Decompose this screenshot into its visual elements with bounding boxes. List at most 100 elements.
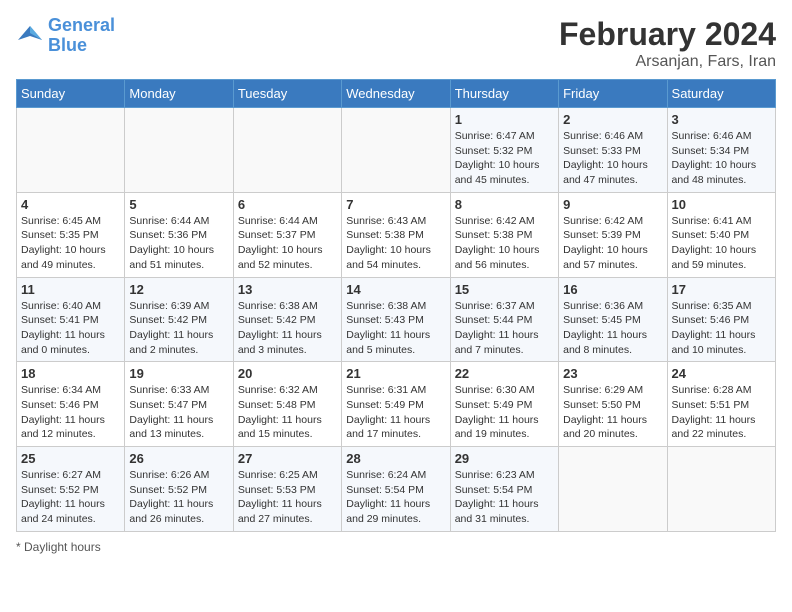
day-number: 11	[21, 282, 120, 297]
weekday-header: Sunday	[17, 80, 125, 108]
location-title: Arsanjan, Fars, Iran	[559, 53, 776, 71]
weekday-header-row: SundayMondayTuesdayWednesdayThursdayFrid…	[17, 80, 776, 108]
day-info: Sunrise: 6:43 AMSunset: 5:38 PMDaylight:…	[346, 214, 445, 273]
calendar-table: SundayMondayTuesdayWednesdayThursdayFrid…	[16, 79, 776, 532]
calendar-cell: 26 Sunrise: 6:26 AMSunset: 5:52 PMDayligh…	[125, 447, 233, 532]
day-number: 28	[346, 451, 445, 466]
day-info: Sunrise: 6:31 AMSunset: 5:49 PMDaylight:…	[346, 383, 445, 442]
calendar-cell: 21Sunrise: 6:31 AMSunset: 5:49 PMDayligh…	[342, 362, 450, 447]
day-number: 18	[21, 366, 120, 381]
day-number: 20	[238, 366, 337, 381]
calendar-cell: 9 Sunrise: 6:42 AMSunset: 5:39 PMDaylight…	[559, 192, 667, 277]
day-info: Sunrise: 6:27 AMSunset: 5:52 PMDaylight:…	[21, 468, 120, 527]
day-info: Sunrise: 6:25 AMSunset: 5:53 PMDaylight:…	[238, 468, 337, 527]
day-number: 13	[238, 282, 337, 297]
day-number: 27	[238, 451, 337, 466]
calendar-cell	[233, 108, 341, 193]
day-info: Sunrise: 6:35 AMSunset: 5:46 PMDaylight:…	[672, 299, 771, 358]
day-info: Sunrise: 6:40 AMSunset: 5:41 PMDaylight:…	[21, 299, 120, 358]
calendar-cell	[125, 108, 233, 193]
day-info: Sunrise: 6:34 AMSunset: 5:46 PMDaylight:…	[21, 383, 120, 442]
calendar-week-row: 4 Sunrise: 6:45 AMSunset: 5:35 PMDaylight…	[17, 192, 776, 277]
calendar-week-row: 11 Sunrise: 6:40 AMSunset: 5:41 PMDayligh…	[17, 277, 776, 362]
day-number: 9	[563, 197, 662, 212]
weekday-header: Tuesday	[233, 80, 341, 108]
calendar-cell: 24Sunrise: 6:28 AMSunset: 5:51 PMDayligh…	[667, 362, 775, 447]
day-number: 16	[563, 282, 662, 297]
calendar-cell: 8 Sunrise: 6:42 AMSunset: 5:38 PMDaylight…	[450, 192, 558, 277]
day-number: 17	[672, 282, 771, 297]
day-info: Sunrise: 6:36 AMSunset: 5:45 PMDaylight:…	[563, 299, 662, 358]
day-number: 26	[129, 451, 228, 466]
calendar-cell: 12 Sunrise: 6:39 AMSunset: 5:42 PMDayligh…	[125, 277, 233, 362]
calendar-cell	[17, 108, 125, 193]
day-number: 5	[129, 197, 228, 212]
month-title: February 2024	[559, 16, 776, 53]
day-info: Sunrise: 6:24 AMSunset: 5:54 PMDaylight:…	[346, 468, 445, 527]
logo-blue: Blue	[48, 35, 87, 55]
calendar-cell: 13 Sunrise: 6:38 AMSunset: 5:42 PMDayligh…	[233, 277, 341, 362]
weekday-header: Monday	[125, 80, 233, 108]
day-number: 29	[455, 451, 554, 466]
calendar-cell: 10 Sunrise: 6:41 AMSunset: 5:40 PMDayligh…	[667, 192, 775, 277]
day-info: Sunrise: 6:33 AMSunset: 5:47 PMDaylight:…	[129, 383, 228, 442]
day-number: 7	[346, 197, 445, 212]
day-info: Sunrise: 6:42 AMSunset: 5:38 PMDaylight:…	[455, 214, 554, 273]
day-number: 4	[21, 197, 120, 212]
day-info: Sunrise: 6:46 AMSunset: 5:34 PMDaylight:…	[672, 129, 771, 188]
title-block: February 2024 Arsanjan, Fars, Iran	[559, 16, 776, 71]
day-number: 24	[672, 366, 771, 381]
day-info: Sunrise: 6:30 AMSunset: 5:49 PMDaylight:…	[455, 383, 554, 442]
day-number: 1	[455, 112, 554, 127]
day-info: Sunrise: 6:39 AMSunset: 5:42 PMDaylight:…	[129, 299, 228, 358]
calendar-cell	[342, 108, 450, 193]
day-info: Sunrise: 6:23 AMSunset: 5:54 PMDaylight:…	[455, 468, 554, 527]
calendar-cell: 16 Sunrise: 6:36 AMSunset: 5:45 PMDayligh…	[559, 277, 667, 362]
weekday-header: Saturday	[667, 80, 775, 108]
logo-icon	[16, 22, 44, 50]
day-info: Sunrise: 6:41 AMSunset: 5:40 PMDaylight:…	[672, 214, 771, 273]
calendar-cell: 28 Sunrise: 6:24 AMSunset: 5:54 PMDayligh…	[342, 447, 450, 532]
day-number: 8	[455, 197, 554, 212]
logo-general: General	[48, 15, 115, 35]
day-info: Sunrise: 6:29 AMSunset: 5:50 PMDaylight:…	[563, 383, 662, 442]
day-info: Sunrise: 6:46 AMSunset: 5:33 PMDaylight:…	[563, 129, 662, 188]
daylight-label: Daylight hours	[24, 540, 101, 554]
day-number: 2	[563, 112, 662, 127]
calendar-cell: 29 Sunrise: 6:23 AMSunset: 5:54 PMDayligh…	[450, 447, 558, 532]
calendar-cell: 17 Sunrise: 6:35 AMSunset: 5:46 PMDayligh…	[667, 277, 775, 362]
calendar-cell: 3 Sunrise: 6:46 AMSunset: 5:34 PMDaylight…	[667, 108, 775, 193]
calendar-cell: 19Sunrise: 6:33 AMSunset: 5:47 PMDayligh…	[125, 362, 233, 447]
day-number: 12	[129, 282, 228, 297]
page-header: General Blue February 2024 Arsanjan, Far…	[16, 16, 776, 71]
calendar-cell: 23 Sunrise: 6:29 AMSunset: 5:50 PMDayligh…	[559, 362, 667, 447]
weekday-header: Wednesday	[342, 80, 450, 108]
day-number: 22	[455, 366, 554, 381]
calendar-cell: 15 Sunrise: 6:37 AMSunset: 5:44 PMDayligh…	[450, 277, 558, 362]
calendar-cell	[559, 447, 667, 532]
day-info: Sunrise: 6:37 AMSunset: 5:44 PMDaylight:…	[455, 299, 554, 358]
day-info: Sunrise: 6:42 AMSunset: 5:39 PMDaylight:…	[563, 214, 662, 273]
day-number: 10	[672, 197, 771, 212]
calendar-cell: 25 Sunrise: 6:27 AMSunset: 5:52 PMDayligh…	[17, 447, 125, 532]
calendar-cell: 27 Sunrise: 6:25 AMSunset: 5:53 PMDayligh…	[233, 447, 341, 532]
day-number: 23	[563, 366, 662, 381]
day-info: Sunrise: 6:38 AMSunset: 5:42 PMDaylight:…	[238, 299, 337, 358]
day-number: 25	[21, 451, 120, 466]
weekday-header: Friday	[559, 80, 667, 108]
day-info: Sunrise: 6:44 AMSunset: 5:36 PMDaylight:…	[129, 214, 228, 273]
day-number: 3	[672, 112, 771, 127]
day-info: Sunrise: 6:44 AMSunset: 5:37 PMDaylight:…	[238, 214, 337, 273]
day-info: Sunrise: 6:26 AMSunset: 5:52 PMDaylight:…	[129, 468, 228, 527]
calendar-cell: 2 Sunrise: 6:46 AMSunset: 5:33 PMDaylight…	[559, 108, 667, 193]
day-number: 15	[455, 282, 554, 297]
calendar-week-row: 1Sunrise: 6:47 AMSunset: 5:32 PMDaylight…	[17, 108, 776, 193]
day-info: Sunrise: 6:45 AMSunset: 5:35 PMDaylight:…	[21, 214, 120, 273]
logo: General Blue	[16, 16, 115, 56]
calendar-cell: 22 Sunrise: 6:30 AMSunset: 5:49 PMDayligh…	[450, 362, 558, 447]
calendar-cell: 4 Sunrise: 6:45 AMSunset: 5:35 PMDaylight…	[17, 192, 125, 277]
footer-note: * Daylight hours	[16, 540, 776, 554]
calendar-cell: 20 Sunrise: 6:32 AMSunset: 5:48 PMDayligh…	[233, 362, 341, 447]
day-info: Sunrise: 6:32 AMSunset: 5:48 PMDaylight:…	[238, 383, 337, 442]
logo-text: General Blue	[48, 16, 115, 56]
